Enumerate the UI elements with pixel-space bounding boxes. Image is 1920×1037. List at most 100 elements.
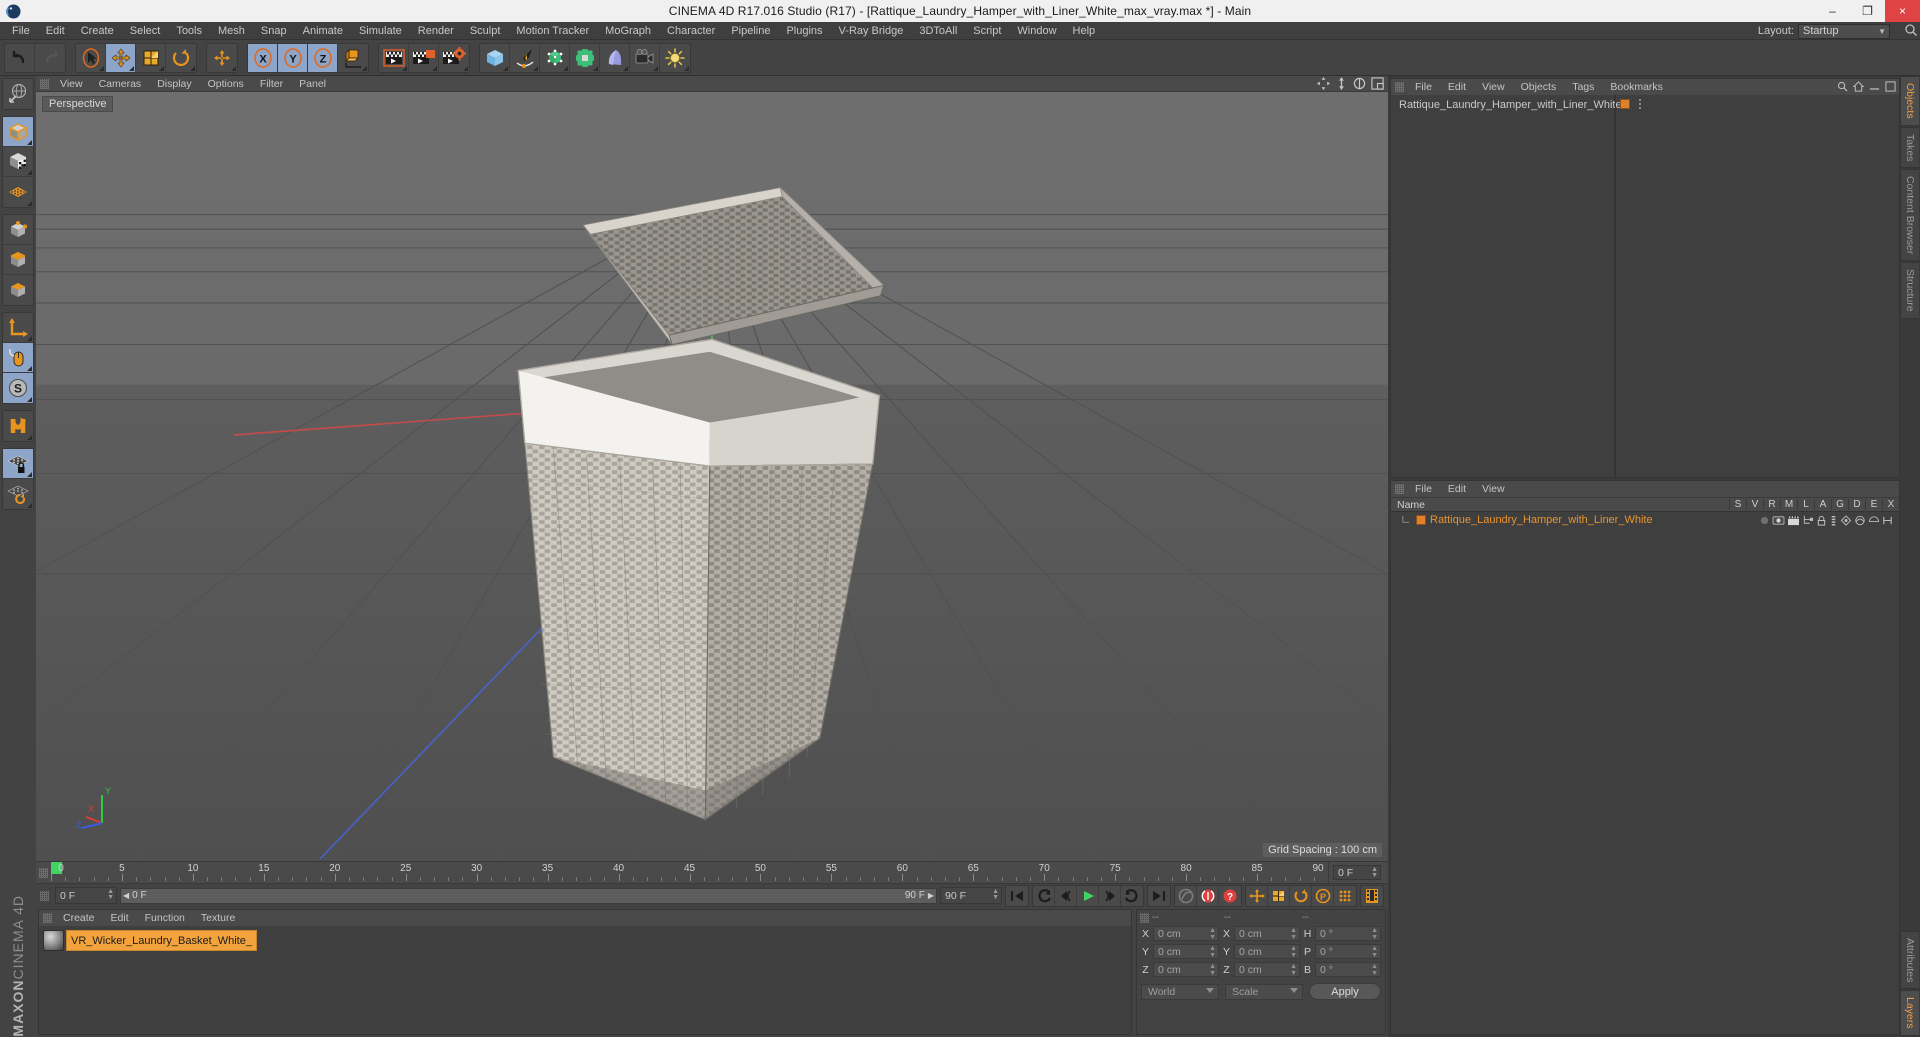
add-generator-button[interactable]: [540, 43, 570, 72]
layout-select[interactable]: Startup ▼: [1798, 23, 1890, 39]
frame-range-track[interactable]: ◀ 0 F 90 F ▶: [120, 887, 937, 904]
object-tree[interactable]: 0 Rattique_Laundry_Hamper_with_Liner_Whi…: [1391, 95, 1622, 477]
material-grip-icon[interactable]: [43, 913, 52, 923]
transport-current-frame-field[interactable]: 0 F ▲ ▼: [55, 887, 117, 904]
coord-rotation-field-0[interactable]: 0 ° ▲ ▼: [1315, 926, 1381, 941]
transport-end-frame-field[interactable]: 90 F ▲ ▼: [940, 887, 1002, 904]
home-icon[interactable]: [1853, 81, 1864, 92]
object-menu-file[interactable]: File: [1407, 81, 1440, 93]
spinner-icon[interactable]: ▲ ▼: [1290, 963, 1297, 977]
step-back-button[interactable]: [1055, 885, 1077, 906]
polygon-mode-button[interactable]: [3, 275, 33, 305]
layers-column-m[interactable]: M: [1780, 499, 1797, 510]
object-menu-bookmarks[interactable]: Bookmarks: [1602, 81, 1671, 93]
transport-grip-icon[interactable]: [40, 890, 49, 901]
layers-column-l[interactable]: L: [1797, 499, 1814, 510]
object-axis-button[interactable]: [3, 313, 33, 343]
go-to-end-button[interactable]: [1148, 886, 1170, 906]
layers-column-x[interactable]: X: [1882, 499, 1899, 510]
material-item[interactable]: VR_Wicker_Laundry_Basket_White_: [43, 930, 257, 951]
coord-rotation-field-1[interactable]: 0 ° ▲ ▼: [1315, 944, 1381, 959]
add-light-button[interactable]: [660, 44, 690, 72]
material-name[interactable]: VR_Wicker_Laundry_Basket_White_: [66, 930, 257, 951]
object-menu-objects[interactable]: Objects: [1513, 81, 1565, 93]
timeline-grip-icon[interactable]: [39, 868, 48, 878]
step-forward-button[interactable]: [1099, 885, 1121, 906]
add-camera-button[interactable]: [630, 43, 660, 72]
xref-icon[interactable]: [1882, 515, 1893, 526]
menu-item-tools[interactable]: Tools: [168, 22, 210, 40]
spinner-icon[interactable]: ▲ ▼: [1209, 927, 1216, 941]
menu-item-select[interactable]: Select: [122, 22, 169, 40]
track-left-arrow-icon[interactable]: ◀: [123, 891, 129, 900]
menu-item-mesh[interactable]: Mesh: [210, 22, 253, 40]
viewport-menu-view[interactable]: View: [52, 78, 91, 90]
layers-menu-file[interactable]: File: [1407, 483, 1440, 495]
render-settings-button[interactable]: [439, 44, 469, 72]
play-button[interactable]: [1077, 885, 1099, 906]
add-cube-button[interactable]: [480, 43, 510, 72]
menu-item-create[interactable]: Create: [73, 22, 122, 40]
key-position-button[interactable]: [1246, 885, 1268, 906]
move-tool-button[interactable]: [106, 43, 136, 72]
tab-layers[interactable]: Layers: [1900, 990, 1919, 1036]
viewport-menu-cameras[interactable]: Cameras: [91, 78, 150, 90]
viewport-menu-options[interactable]: Options: [200, 78, 252, 90]
lock-z-button[interactable]: Z: [308, 43, 338, 72]
tab-structure[interactable]: Structure: [1900, 262, 1919, 319]
maximize-panel-icon[interactable]: [1885, 81, 1896, 92]
panel-grip-icon[interactable]: [40, 78, 49, 89]
spinner-icon[interactable]: ▲ ▼: [1371, 963, 1378, 977]
solo-dot-icon[interactable]: [1759, 515, 1770, 526]
layers-menu-view[interactable]: View: [1474, 483, 1513, 495]
coord-size-field-1[interactable]: 0 cm ▲ ▼: [1234, 944, 1300, 959]
zoom-view-icon[interactable]: [1335, 77, 1348, 90]
point-mode-button[interactable]: [3, 215, 33, 245]
menu-item-script[interactable]: Script: [965, 22, 1009, 40]
edge-mode-button[interactable]: [3, 245, 33, 275]
enable-axis-button[interactable]: [3, 177, 33, 207]
lock-y-button[interactable]: Y: [278, 43, 308, 72]
layer-row[interactable]: Rattique_Laundry_Hamper_with_Liner_White: [1391, 512, 1899, 528]
generator-icon[interactable]: [1840, 514, 1852, 526]
visible-eye-icon[interactable]: [1772, 515, 1785, 526]
menu-item-render[interactable]: Render: [410, 22, 462, 40]
world-object-axis-button[interactable]: [338, 44, 368, 72]
layers-column-a[interactable]: A: [1814, 499, 1831, 510]
layers-grip-icon[interactable]: [1395, 484, 1404, 494]
key-param-button[interactable]: P: [1312, 885, 1334, 906]
coordinate-system-select[interactable]: World: [1141, 983, 1219, 1000]
deformer-icon[interactable]: [1854, 515, 1866, 526]
object-menu-tags[interactable]: Tags: [1564, 81, 1602, 93]
layers-column-e[interactable]: E: [1865, 499, 1882, 510]
search-icon[interactable]: [1904, 23, 1918, 37]
select-tool-button[interactable]: [76, 43, 106, 72]
coordinates-grip-icon[interactable]: [1140, 912, 1149, 923]
menu-item-sculpt[interactable]: Sculpt: [462, 22, 509, 40]
animation-dots-icon[interactable]: [1829, 515, 1838, 526]
redo-button[interactable]: [35, 44, 65, 72]
material-menu-create[interactable]: Create: [55, 912, 103, 924]
menu-item-v-ray-bridge[interactable]: V-Ray Bridge: [831, 22, 912, 40]
menu-item-plugins[interactable]: Plugins: [778, 22, 830, 40]
layer-color-swatch[interactable]: [1416, 515, 1426, 525]
make-editable-button[interactable]: [3, 117, 33, 147]
lock-icon[interactable]: [1816, 515, 1827, 526]
previous-key-button[interactable]: [1033, 885, 1055, 906]
coord-size-field-2[interactable]: 0 cm ▲ ▼: [1234, 962, 1300, 977]
coord-position-field-2[interactable]: 0 cm ▲ ▼: [1153, 962, 1219, 977]
magnet-tool-button[interactable]: [3, 411, 33, 441]
object-tag-dots-icon[interactable]: [1639, 98, 1641, 109]
search-icon[interactable]: [1837, 81, 1848, 92]
viewport-menu-panel[interactable]: Panel: [291, 78, 334, 90]
move-view-icon[interactable]: [1317, 77, 1330, 90]
spinner-icon[interactable]: ▲ ▼: [1371, 945, 1378, 959]
menu-item-animate[interactable]: Animate: [295, 22, 351, 40]
coord-position-field-1[interactable]: 0 cm ▲ ▼: [1153, 944, 1219, 959]
menu-item-mograph[interactable]: MoGraph: [597, 22, 659, 40]
menu-item-snap[interactable]: Snap: [253, 22, 295, 40]
viewport-menu-filter[interactable]: Filter: [252, 78, 291, 90]
add-deformer-button[interactable]: [570, 43, 600, 72]
manager-tree-icon[interactable]: [1802, 515, 1814, 526]
expression-icon[interactable]: [1868, 515, 1880, 526]
